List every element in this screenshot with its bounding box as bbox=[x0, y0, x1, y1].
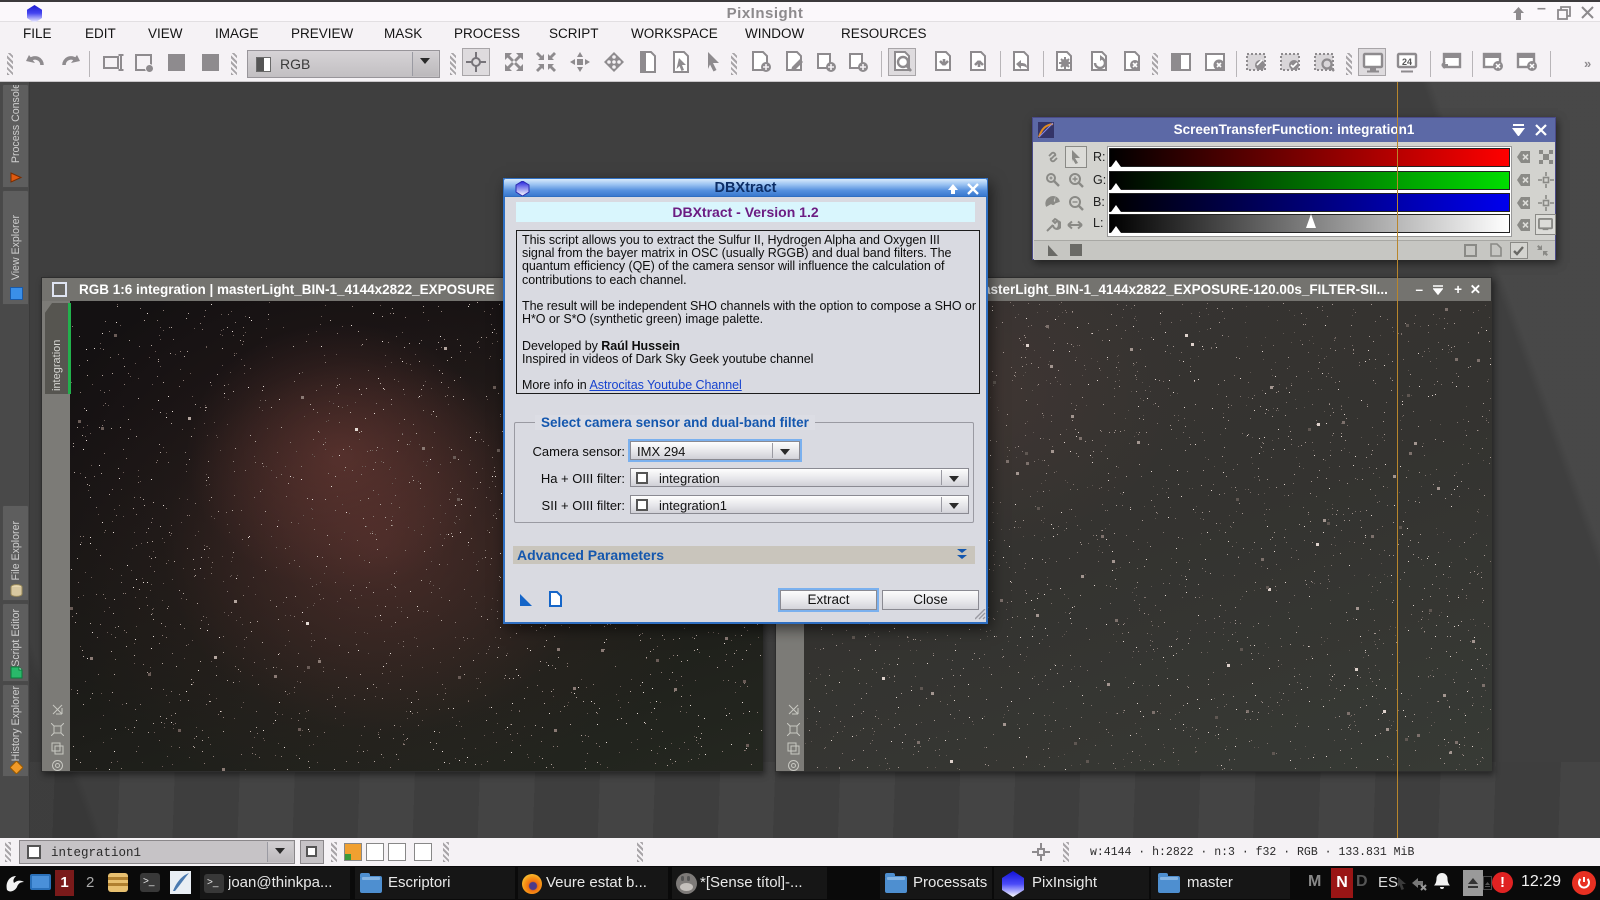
svg-text:24: 24 bbox=[1402, 57, 1412, 67]
